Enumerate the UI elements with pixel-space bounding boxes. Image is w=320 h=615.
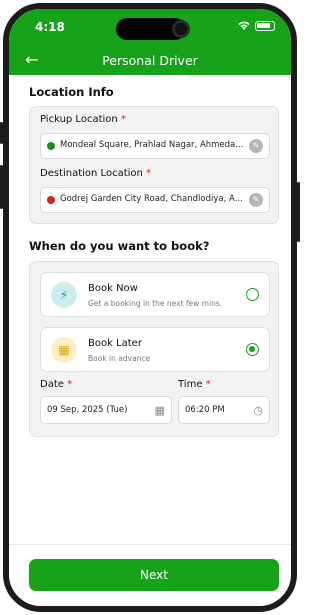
destination-dot-icon xyxy=(47,196,55,204)
pickup-location-value: Mondeal Square, Prahlad Nagar, Ahmeda... xyxy=(60,140,244,150)
lightning-icon: ⚡ xyxy=(51,282,77,308)
edit-pencil-icon[interactable]: ✎ xyxy=(249,193,263,207)
time-label-text: Time xyxy=(178,379,203,390)
phone-screen: 4:18 ← Personal Driver Location Info Pic… xyxy=(3,3,297,612)
required-asterisk: * xyxy=(205,379,211,390)
pickup-label: Pickup Location * xyxy=(40,114,126,125)
destination-label: Destination Location * xyxy=(40,168,151,179)
pickup-dot-icon xyxy=(47,142,55,150)
next-button[interactable]: Next xyxy=(29,559,279,591)
wifi-icon xyxy=(238,21,250,30)
book-now-subtitle: Get a booking in the next few mins. xyxy=(88,299,223,308)
app-header: 4:18 ← Personal Driver xyxy=(9,9,291,75)
bottom-bar: Next xyxy=(9,544,291,606)
booking-card: ⚡ Book Now Get a booking in the next few… xyxy=(29,261,279,437)
edit-pencil-icon[interactable]: ✎ xyxy=(249,139,263,153)
calendar-icon: ▦ xyxy=(154,404,165,417)
destination-location-field[interactable]: Godrej Garden City Road, Chandlodiya, A.… xyxy=(40,187,270,213)
booking-heading: When do you want to book? xyxy=(29,239,210,253)
destination-location-value: Godrej Garden City Road, Chandlodiya, A.… xyxy=(60,194,243,204)
book-now-title: Book Now xyxy=(88,283,138,294)
book-later-subtitle: Book in advance xyxy=(88,354,151,363)
pickup-location-field[interactable]: Mondeal Square, Prahlad Nagar, Ahmeda...… xyxy=(40,133,270,159)
location-info-heading: Location Info xyxy=(29,85,114,99)
phone-power-button xyxy=(297,182,300,242)
time-label: Time * xyxy=(178,379,211,390)
status-bar: 4:18 xyxy=(9,9,291,41)
date-value: 09 Sep, 2025 (Tue) xyxy=(47,405,128,415)
required-asterisk: * xyxy=(146,168,152,179)
destination-label-text: Destination Location xyxy=(40,168,143,179)
date-label-text: Date xyxy=(40,379,64,390)
status-icons xyxy=(238,21,275,31)
page-title: Personal Driver xyxy=(102,53,198,68)
location-card: Pickup Location * Mondeal Square, Prahla… xyxy=(29,106,279,224)
book-later-radio[interactable] xyxy=(246,343,259,356)
book-later-option[interactable]: ▦ Book Later Book in advance xyxy=(40,327,270,372)
required-asterisk: * xyxy=(67,379,73,390)
pickup-label-text: Pickup Location xyxy=(40,114,118,125)
required-asterisk: * xyxy=(120,114,126,125)
date-label: Date * xyxy=(40,379,72,390)
date-field[interactable]: 09 Sep, 2025 (Tue) ▦ xyxy=(40,396,172,424)
book-now-radio[interactable] xyxy=(246,288,259,301)
clock-icon: ◷ xyxy=(253,404,263,417)
camera-icon xyxy=(172,20,190,38)
status-time: 4:18 xyxy=(35,20,65,34)
time-value: 06:20 PM xyxy=(185,405,225,415)
battery-icon xyxy=(255,21,275,31)
book-now-option[interactable]: ⚡ Book Now Get a booking in the next few… xyxy=(40,272,270,317)
calendar-icon: ▦ xyxy=(51,337,77,363)
time-field[interactable]: 06:20 PM ◷ xyxy=(178,396,270,424)
book-later-title: Book Later xyxy=(88,338,142,349)
